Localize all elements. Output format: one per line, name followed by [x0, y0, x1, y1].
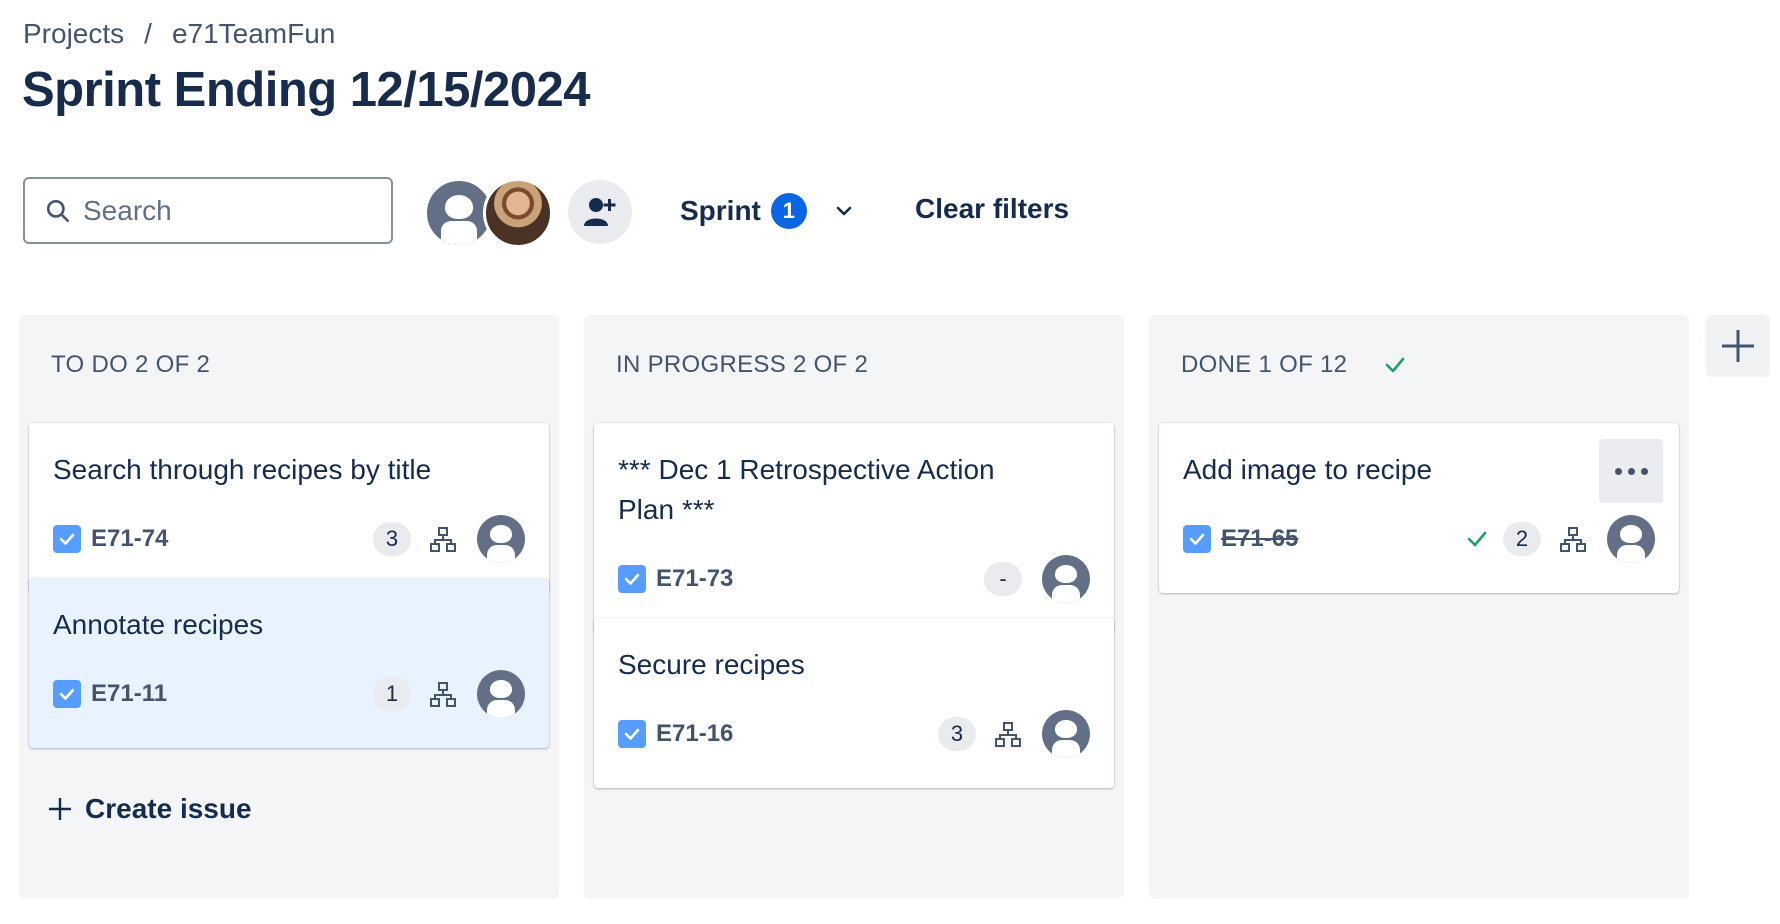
assignee-avatar[interactable] [477, 515, 525, 563]
issue-key[interactable]: E71-65 [1221, 525, 1298, 553]
column-title: DONE 1 OF 12 [1181, 351, 1348, 378]
story-points-badge: 2 [1503, 522, 1541, 556]
task-type-icon [53, 680, 81, 708]
breadcrumb: Projects / e71TeamFun [23, 18, 335, 50]
create-issue-button[interactable]: Create issue [47, 793, 252, 825]
column-title: TO DO 2 OF 2 [51, 351, 211, 378]
task-type-icon [53, 525, 81, 553]
assignee-avatar[interactable] [1042, 710, 1090, 758]
chevron-down-icon [836, 206, 852, 216]
page-title: Sprint Ending 12/15/2024 [22, 63, 591, 117]
issue-card[interactable]: Search through recipes by title E71-74 3 [29, 423, 549, 593]
task-type-icon [1183, 525, 1211, 553]
column-header: TO DO 2 OF 2 [51, 351, 210, 379]
card-footer: E71-73 - [618, 555, 1090, 603]
more-icon-dot [1640, 467, 1648, 475]
card-footer: E71-65 2 [1183, 515, 1655, 563]
card-title: Add image to recipe [1183, 454, 1433, 485]
column-header: IN PROGRESS 2 OF 2 [616, 351, 868, 379]
issue-key[interactable]: E71-74 [91, 525, 168, 553]
story-points-badge: - [984, 562, 1022, 596]
story-points-badge: 3 [373, 522, 411, 556]
plus-icon [1722, 330, 1754, 362]
breadcrumb-separator: / [144, 18, 152, 49]
subtask-hierarchy-icon [430, 682, 456, 707]
column-title: IN PROGRESS 2 OF 2 [616, 351, 869, 378]
card-title: Search through recipes by title [53, 454, 432, 485]
task-type-icon [618, 565, 646, 593]
breadcrumb-project-link[interactable]: e71TeamFun [172, 18, 335, 50]
story-points-badge: 3 [938, 717, 976, 751]
more-actions-button[interactable] [1599, 439, 1663, 503]
search-box[interactable] [23, 177, 393, 244]
subtask-hierarchy-icon [430, 527, 456, 552]
card-title: *** Dec 1 Retrospective Action Plan *** [618, 454, 995, 525]
task-type-icon [618, 720, 646, 748]
subtask-hierarchy-icon [1560, 527, 1586, 552]
issue-key[interactable]: E71-16 [656, 720, 733, 748]
card-footer: E71-16 3 [618, 710, 1090, 758]
search-input[interactable] [83, 194, 383, 227]
plus-icon [49, 798, 71, 820]
add-column-button[interactable] [1706, 315, 1770, 377]
column-header: DONE 1 OF 12 [1181, 351, 1407, 379]
card-title: Secure recipes [618, 649, 805, 680]
assignee-avatar[interactable] [1607, 515, 1655, 563]
issue-key[interactable]: E71-73 [656, 565, 733, 593]
issue-card[interactable]: Add image to recipe E71-65 2 [1159, 423, 1679, 593]
add-person-icon [584, 198, 616, 226]
more-icon-dot [1627, 467, 1635, 475]
issue-card[interactable]: *** Dec 1 Retrospective Action Plan *** … [594, 423, 1114, 633]
add-people-button[interactable] [568, 180, 632, 244]
avatar-user-filter[interactable] [483, 178, 553, 248]
column-done: DONE 1 OF 12 Add image to recipe E71-65 … [1149, 315, 1689, 899]
done-check-icon [1467, 531, 1487, 547]
issue-key[interactable]: E71-11 [91, 680, 167, 708]
search-icon [46, 199, 70, 222]
more-icon-dot [1614, 467, 1622, 475]
column-todo: TO DO 2 OF 2 Search through recipes by t… [19, 315, 559, 899]
create-issue-label: Create issue [85, 793, 252, 824]
card-footer: E71-74 3 [53, 515, 525, 563]
issue-card[interactable]: Secure recipes E71-16 3 [594, 618, 1114, 788]
card-title: Annotate recipes [53, 609, 264, 640]
card-footer: E71-11 1 [53, 670, 525, 718]
assignee-avatar[interactable] [1042, 555, 1090, 603]
assignee-avatar[interactable] [477, 670, 525, 718]
sprint-filter-dropdown[interactable]: Sprint 1 [680, 193, 855, 229]
sprint-filter-label: Sprint [680, 195, 761, 226]
column-done-check-icon [1386, 357, 1405, 373]
clear-filters-button[interactable]: Clear filters [915, 193, 1069, 225]
breadcrumb-projects-link[interactable]: Projects [23, 18, 124, 50]
column-in-progress: IN PROGRESS 2 OF 2 *** Dec 1 Retrospecti… [584, 315, 1124, 899]
sprint-count-badge: 1 [770, 193, 807, 229]
subtask-hierarchy-icon [995, 722, 1021, 747]
story-points-badge: 1 [373, 677, 411, 711]
issue-card[interactable]: Annotate recipes E71-11 1 [29, 578, 549, 748]
